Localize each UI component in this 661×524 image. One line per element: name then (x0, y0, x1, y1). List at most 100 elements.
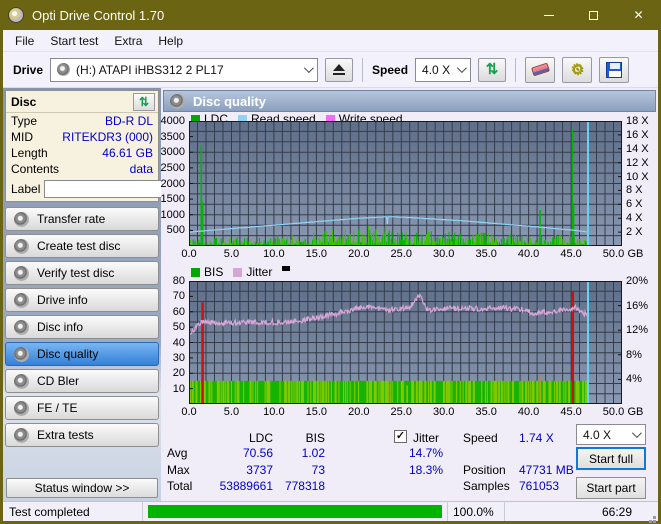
fe-te-icon (14, 400, 29, 416)
app-window: Opti Drive Control 1.70 ✕ File Start tes… (0, 0, 661, 524)
samples-info-value: 761053 (519, 479, 560, 493)
refresh-icon: ⇅ (485, 61, 499, 78)
axis-tick-label: 25.0 (390, 248, 412, 260)
toolbar-separator (515, 57, 517, 82)
start-full-button[interactable]: Start full (576, 447, 646, 470)
speed-select-value: 4.0 X (422, 62, 451, 77)
sidebar-item-verify-test-disc[interactable]: Verify test disc (5, 261, 159, 285)
sidebar-item-fe-te[interactable]: FE / TE (5, 396, 159, 420)
resize-grip[interactable] (653, 516, 656, 519)
axis-tick-label: 0.0 (181, 248, 197, 260)
disc-info-icon (14, 319, 29, 335)
eject-button[interactable] (325, 57, 354, 82)
ldc-total-value: 53889661 (219, 479, 273, 493)
statusbar: Test completed 100.0% 66:29 (3, 501, 658, 521)
extra-tests-icon (14, 427, 29, 443)
chevron-down-icon (457, 63, 467, 74)
menubar: File Start test Extra Help (3, 30, 658, 52)
axis-tick-label: 4 X (626, 212, 643, 225)
test-speed-select[interactable]: 4.0 X (576, 424, 646, 445)
axis-tick-label: 5.0 (223, 248, 240, 260)
axis-tick-label: 70 (172, 290, 185, 303)
axis-tick-label: 2 X (626, 226, 643, 239)
bis-total-value: 778318 (284, 479, 325, 493)
speed-select[interactable]: 4.0 X (415, 57, 472, 82)
refresh-drive-button[interactable]: ⇅ (478, 57, 507, 82)
toolbar: Drive (H:) ATAPI iHBS312 2 PL17 Speed 4.… (3, 52, 658, 88)
chart2-plot (188, 280, 622, 409)
ldc-column-header: LDC (248, 431, 273, 445)
progress-bar (148, 505, 442, 518)
sidebar-item-disc-info[interactable]: Disc info (5, 315, 159, 339)
axis-tick-label: 30.0 (432, 406, 455, 418)
save-button[interactable] (599, 56, 630, 83)
maximize-icon (589, 10, 598, 20)
sidebar-item-create-test-disc[interactable]: Create test disc (5, 234, 159, 258)
menu-start-test[interactable]: Start test (42, 32, 106, 50)
axis-tick-label: 16 X (626, 128, 649, 141)
stat-row-label: Total (167, 479, 193, 493)
jitter-checkbox[interactable]: ✓ (394, 430, 407, 443)
close-button[interactable]: ✕ (616, 0, 661, 30)
status-window-button[interactable]: Status window >> (6, 478, 158, 498)
maximize-button[interactable] (571, 0, 616, 30)
sidebar-item-label: FE / TE (37, 401, 78, 415)
drive-select[interactable]: (H:) ATAPI iHBS312 2 PL17 (50, 57, 319, 82)
axis-tick-label: 40 (172, 336, 185, 349)
axis-tick-label: 12 X (626, 156, 649, 169)
verify-test-disc-icon (14, 265, 29, 281)
sidebar-filler (5, 447, 159, 476)
axis-tick-label: 8% (626, 348, 642, 361)
samples-info-label: Samples (463, 479, 510, 493)
sidebar-item-label: Drive info (37, 293, 88, 307)
sidebar-item-disc-quality[interactable]: Disc quality (5, 342, 159, 366)
axis-tick-label: 4% (626, 373, 642, 386)
main-header: Disc quality (163, 90, 656, 112)
axis-tick-label: 20 (172, 367, 185, 380)
axis-tick-label: 20% (626, 275, 649, 287)
contents-data-link[interactable]: data (130, 162, 153, 176)
speed-info-label: Speed (463, 431, 498, 445)
axis-tick-label: 30.0 (432, 248, 455, 260)
stats-panel: Avg Max Total LDC BIS 70.56 3737 5388966… (161, 422, 656, 499)
sidebar-item-drive-info[interactable]: Drive info (5, 288, 159, 312)
axis-tick-label: 8 X (626, 184, 643, 197)
axis-tick-label: 25.0 (390, 406, 412, 418)
chart1-plot (188, 120, 622, 251)
speed-label: Speed (372, 62, 409, 77)
axis-tick-label: 2500 (160, 161, 185, 174)
sidebar-item-label: Extra tests (37, 428, 94, 442)
axis-tick-label: 3000 (160, 146, 185, 159)
axis-tick-label: 45.0 (560, 248, 582, 260)
sidebar-item-extra-tests[interactable]: Extra tests (5, 423, 159, 447)
position-info-value: 47731 MB (519, 463, 574, 477)
options-button[interactable]: ⚙ (562, 56, 593, 83)
sidebar-item-label: Create test disc (37, 239, 121, 253)
disc-field-contents: Contents data (11, 162, 153, 176)
disc-info-panel: Disc ⇅ Type BD-R DL MID RITEKDR3 (000) Len… (5, 90, 248, 202)
menu-help[interactable]: Help (150, 32, 191, 50)
menu-file[interactable]: File (7, 32, 42, 50)
sidebar-item-transfer-rate[interactable]: Transfer rate (5, 207, 159, 231)
position-info-label: Position (463, 463, 506, 477)
start-part-button[interactable]: Start part (576, 477, 646, 499)
refresh-disc-button[interactable]: ⇅ (133, 92, 155, 111)
menu-extra[interactable]: Extra (106, 32, 150, 50)
speed-info-value: 1.74 X (519, 431, 554, 445)
create-test-disc-icon (14, 238, 29, 254)
minimize-button[interactable] (526, 0, 571, 30)
legend-bis: BIS (191, 265, 223, 279)
bis-max-value: 73 (311, 463, 325, 477)
app-icon (8, 7, 24, 23)
jitter-column-header: Jitter (413, 431, 440, 445)
axis-tick-label: 6 X (626, 198, 643, 211)
legend-swatch (282, 265, 291, 271)
stat-row-label: Max (167, 463, 190, 477)
erase-disc-button[interactable] (525, 56, 556, 83)
ldc-max-value: 3737 (246, 463, 273, 477)
sidebar-item-label: Transfer rate (37, 212, 106, 226)
sidebar-item-cd-bler[interactable]: CD Bler (5, 369, 159, 393)
minimize-icon (543, 14, 554, 16)
axis-unit-label: GB (627, 406, 644, 418)
axis-tick-label: 20.0 (348, 248, 370, 260)
